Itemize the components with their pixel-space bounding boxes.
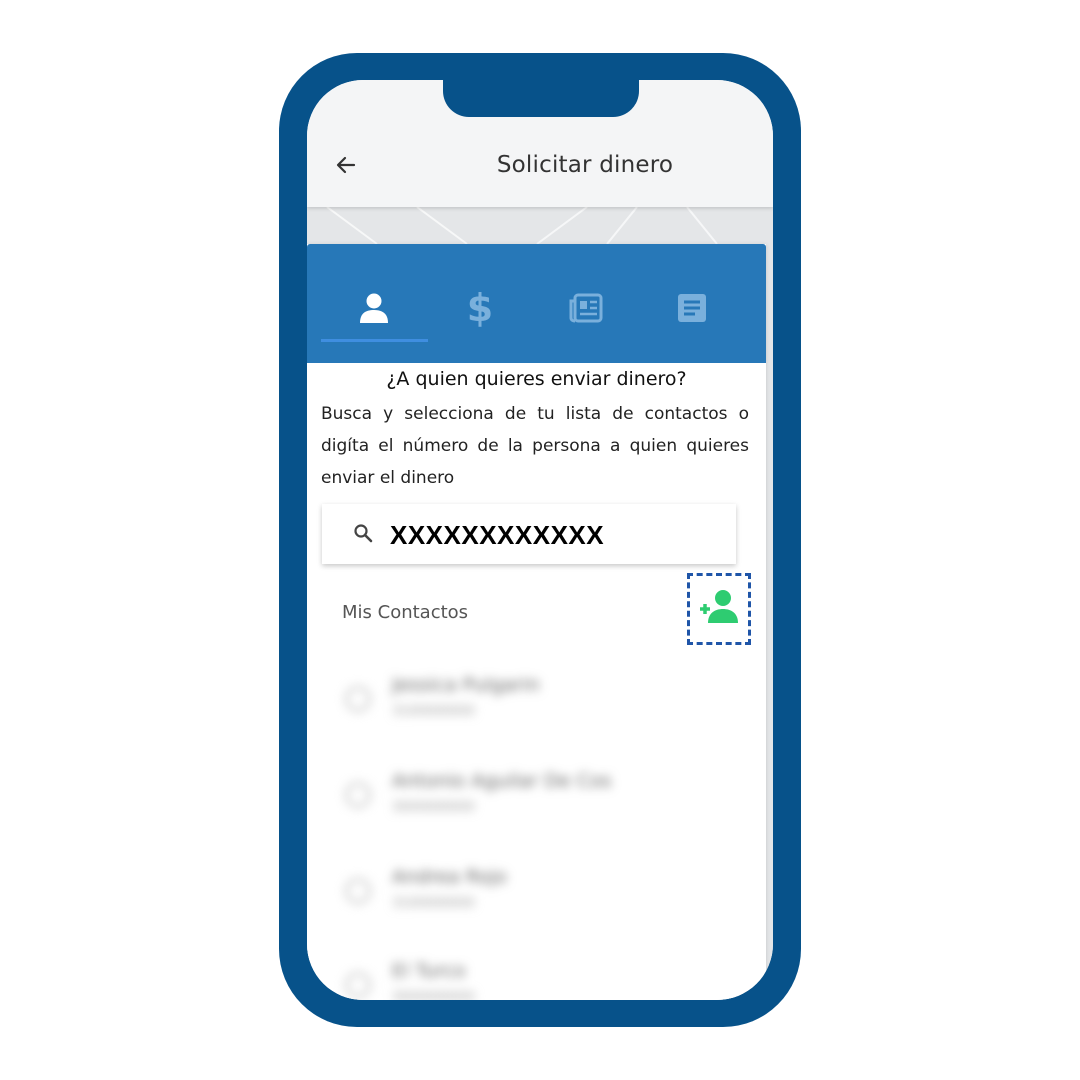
add-contact-button[interactable]: [687, 573, 751, 645]
add-contact-icon: [697, 587, 741, 631]
page-title: Solicitar dinero: [496, 152, 674, 178]
tab-documents[interactable]: [639, 278, 745, 342]
tab-news[interactable]: [533, 278, 639, 342]
contact-phone: 3100000000: [392, 896, 475, 911]
instructions-text: Busca y selecciona de tu lista de contac…: [321, 404, 749, 488]
contact-avatar: [345, 878, 371, 904]
contact-avatar: [345, 782, 371, 808]
dollar-icon: $: [466, 286, 494, 332]
document-icon: [677, 293, 707, 327]
tab-money[interactable]: $: [427, 278, 533, 342]
search-input[interactable]: XXXXXXXXXXXX: [322, 504, 736, 564]
contact-avatar: [345, 686, 371, 712]
contact-phone: 3000000000: [392, 990, 475, 1000]
active-tab-indicator: [321, 339, 428, 342]
person-icon: [358, 291, 390, 329]
contact-name: Andrea Rojo: [392, 866, 507, 888]
contact-phone: 3100000000: [392, 704, 475, 719]
contact-name: El Turco: [392, 960, 466, 982]
contact-list-item[interactable]: Jessica Pulgarin 3100000000: [337, 666, 737, 736]
content-card: $ ¿A quien quieres enviar dinero? Busca …: [307, 244, 766, 1000]
phone-notch: [443, 70, 639, 117]
svg-text:$: $: [467, 288, 493, 328]
search-icon: [352, 522, 376, 546]
contact-list-item[interactable]: Antonio Aguilar De Cos 3000000000: [337, 762, 737, 832]
question-heading: ¿A quien quieres enviar dinero?: [386, 368, 687, 390]
search-value: XXXXXXXXXXXX: [390, 520, 605, 550]
contact-list-item[interactable]: El Turco 3000000000: [337, 952, 737, 1000]
contact-avatar: [345, 972, 371, 998]
tab-contacts[interactable]: [321, 278, 427, 342]
contact-name: Antonio Aguilar De Cos: [392, 770, 612, 792]
phone-screen: Solicitar dinero $ ¿A quien quieres envi…: [307, 80, 773, 1000]
contact-name: Jessica Pulgarin: [392, 674, 540, 696]
contact-phone: 3000000000: [392, 800, 475, 815]
tab-bar: $: [307, 244, 766, 363]
contact-list-item[interactable]: Andrea Rojo 3100000000: [337, 858, 737, 928]
newspaper-icon: [569, 293, 603, 327]
contacts-section-label: Mis Contactos: [342, 602, 469, 623]
